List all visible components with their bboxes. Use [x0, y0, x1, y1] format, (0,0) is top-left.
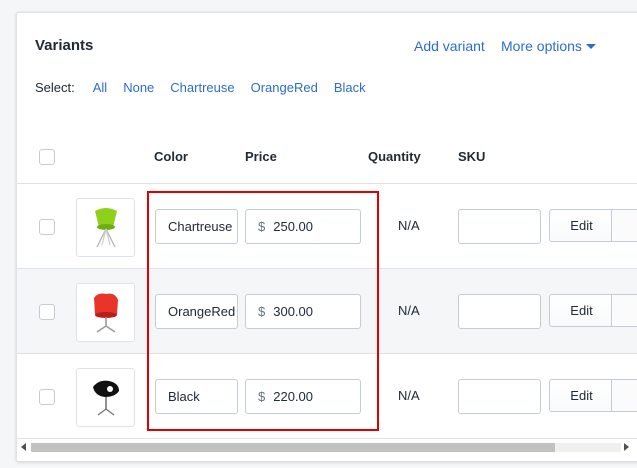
table-row: OrangeRed $ 300.00 N/A Edit — [17, 269, 637, 354]
currency-symbol: $ — [258, 389, 266, 404]
price-value: 250.00 — [273, 219, 313, 234]
chair-image — [93, 293, 118, 333]
sku-input[interactable] — [458, 209, 541, 244]
add-variant-link[interactable]: Add variant — [414, 38, 485, 54]
row-checkbox[interactable] — [39, 304, 55, 320]
quantity-value: N/A — [398, 303, 420, 318]
select-all-checkbox[interactable] — [39, 149, 55, 165]
color-input[interactable]: Black — [155, 379, 238, 414]
select-chartreuse-link[interactable]: Chartreuse — [170, 80, 234, 95]
horizontal-scrollbar[interactable] — [17, 439, 637, 453]
variant-thumbnail[interactable] — [76, 283, 135, 342]
table-row: Black $ 220.00 N/A Edit — [17, 354, 637, 439]
price-input[interactable]: $ 220.00 — [245, 379, 361, 414]
more-options-label: More options — [501, 38, 582, 54]
table-row: Chartreuse $ 250.00 N/A Edit — [17, 184, 637, 269]
variants-card: Variants Add variant More options Select… — [16, 12, 637, 462]
more-options-dropdown[interactable]: More options — [501, 38, 596, 54]
header-price: Price — [245, 149, 277, 164]
edit-button[interactable]: Edit — [549, 379, 614, 412]
scroll-right-icon[interactable] — [624, 443, 629, 451]
edit-button[interactable]: Edit — [549, 209, 614, 242]
price-value: 220.00 — [273, 389, 313, 404]
quantity-value: N/A — [398, 388, 420, 403]
variant-thumbnail[interactable] — [76, 368, 135, 427]
price-value: 300.00 — [273, 304, 313, 319]
chair-image — [94, 207, 117, 247]
select-black-link[interactable]: Black — [334, 80, 366, 95]
card-title: Variants — [35, 37, 94, 54]
price-input[interactable]: $ 300.00 — [245, 294, 361, 329]
sku-input[interactable] — [458, 294, 541, 329]
more-actions-button[interactable] — [611, 209, 637, 242]
header-color: Color — [154, 149, 188, 164]
more-actions-button[interactable] — [611, 379, 637, 412]
select-bar: Select: All None Chartreuse OrangeRed Bl… — [35, 80, 382, 95]
currency-symbol: $ — [258, 304, 266, 319]
scroll-left-icon[interactable] — [21, 443, 26, 451]
currency-symbol: $ — [258, 219, 266, 234]
caret-down-icon — [585, 44, 596, 49]
table-header: Color Price Quantity SKU — [17, 130, 637, 184]
header-sku: SKU — [458, 149, 486, 164]
header-quantity: Quantity — [368, 149, 421, 164]
quantity-value: N/A — [398, 218, 420, 233]
select-orangered-link[interactable]: OrangeRed — [251, 80, 318, 95]
color-input[interactable]: Chartreuse — [155, 209, 238, 244]
scrollbar-thumb[interactable] — [31, 443, 555, 452]
chair-image — [92, 380, 119, 416]
row-checkbox[interactable] — [39, 389, 55, 405]
price-input[interactable]: $ 250.00 — [245, 209, 361, 244]
edit-button[interactable]: Edit — [549, 294, 614, 327]
select-label: Select: — [35, 80, 75, 95]
more-actions-button[interactable] — [611, 294, 637, 327]
select-none-link[interactable]: None — [123, 80, 154, 95]
color-input[interactable]: OrangeRed — [155, 294, 238, 329]
variant-thumbnail[interactable] — [76, 198, 135, 257]
row-checkbox[interactable] — [39, 219, 55, 235]
select-all-link[interactable]: All — [93, 80, 107, 95]
sku-input[interactable] — [458, 379, 541, 414]
